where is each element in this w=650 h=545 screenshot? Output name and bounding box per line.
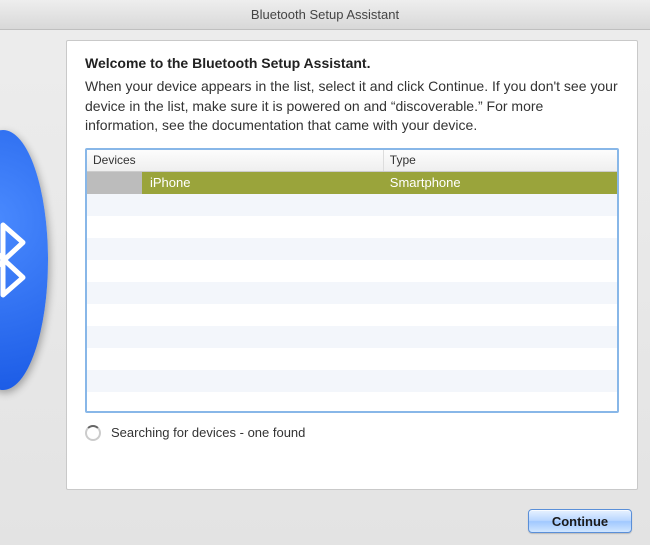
table-header: Devices Type xyxy=(87,150,617,172)
device-type: Smartphone xyxy=(384,172,617,194)
window-title: Bluetooth Setup Assistant xyxy=(251,7,399,22)
table-row[interactable]: iPhone Smartphone xyxy=(87,172,617,194)
spinner-icon xyxy=(85,425,101,441)
device-name: iPhone xyxy=(142,175,190,190)
column-header-devices[interactable]: Devices xyxy=(87,150,384,171)
bluetooth-glyph-icon xyxy=(0,220,28,300)
instructions-text: When your device appears in the list, se… xyxy=(85,77,619,136)
table-body: iPhone Smartphone xyxy=(87,172,617,413)
table-row[interactable] xyxy=(87,238,617,260)
table-row[interactable] xyxy=(87,304,617,326)
continue-button[interactable]: Continue xyxy=(528,509,632,533)
column-header-type[interactable]: Type xyxy=(384,150,617,171)
table-row[interactable] xyxy=(87,216,617,238)
devices-table[interactable]: Devices Type iPhone Smartphone xyxy=(85,148,619,413)
content-panel: Welcome to the Bluetooth Setup Assistant… xyxy=(66,40,638,490)
table-row[interactable] xyxy=(87,370,617,392)
table-row[interactable] xyxy=(87,392,617,413)
table-row[interactable] xyxy=(87,326,617,348)
table-row[interactable] xyxy=(87,348,617,370)
status-bar: Searching for devices - one found xyxy=(85,425,619,441)
status-text: Searching for devices - one found xyxy=(111,425,305,440)
device-icon xyxy=(87,172,142,194)
title-bar: Bluetooth Setup Assistant xyxy=(0,0,650,30)
table-row[interactable] xyxy=(87,194,617,216)
button-bar: Continue xyxy=(528,509,632,533)
page-title: Welcome to the Bluetooth Setup Assistant… xyxy=(85,55,619,71)
bluetooth-icon xyxy=(0,130,48,390)
table-row[interactable] xyxy=(87,282,617,304)
table-row[interactable] xyxy=(87,260,617,282)
